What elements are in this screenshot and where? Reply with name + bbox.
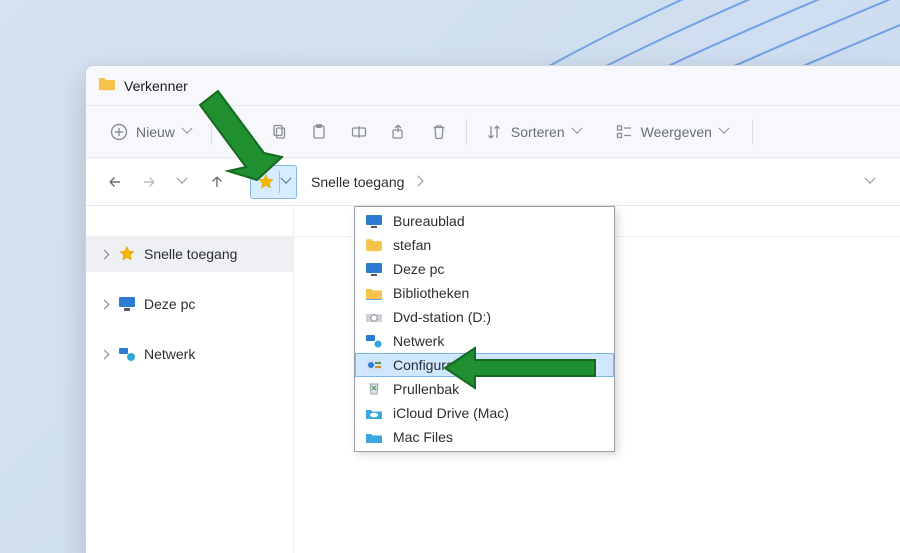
tree-item-quick-access[interactable]: Snelle toegang [86,236,293,272]
expand-icon [98,298,110,310]
titlebar: Verkenner [86,66,900,106]
address-bar: Snelle toegang [86,158,900,206]
copy-button[interactable] [260,114,298,150]
chevron-down-icon [183,127,193,137]
tree-item-label: Snelle toegang [144,246,237,262]
toolbar: Nieuw [86,106,900,158]
dropdown-item-control-panel[interactable]: Configuratiescherm [355,353,614,377]
share-button[interactable] [380,114,418,150]
dropdown-label: Netwerk [393,333,444,349]
star-icon [257,173,275,191]
disc-drive-icon [365,309,383,325]
breadcrumb-root-dropdown[interactable] [250,165,297,199]
address-expand-button[interactable] [856,167,886,197]
chevron-down-icon [282,177,292,187]
dropdown-item-icloud[interactable]: iCloud Drive (Mac) [355,401,614,425]
libraries-icon [365,285,383,301]
desktop-icon [365,213,383,229]
new-button[interactable]: Nieuw [100,114,203,150]
recycle-bin-icon [365,381,383,397]
dropdown-label: iCloud Drive (Mac) [393,405,509,421]
tree-item-this-pc[interactable]: Deze pc [86,286,293,322]
breadcrumb-dropdown: Bureaublad stefan Deze pc Bibliotheken D… [354,206,615,452]
separator [752,119,753,145]
copy-icon [270,123,288,141]
view-label: Weergeven [641,124,712,140]
dropdown-label: Prullenbak [393,381,459,397]
folder-icon [365,237,383,253]
content-area: Bureaublad stefan Deze pc Bibliotheken D… [294,206,900,553]
new-label: Nieuw [136,124,175,140]
folder-cloud-icon [365,405,383,421]
dropdown-item-dvd[interactable]: Dvd-station (D:) [355,305,614,329]
dropdown-item-libraries[interactable]: Bibliotheken [355,281,614,305]
control-panel-icon [365,357,383,373]
monitor-icon [365,261,383,277]
window-title: Verkenner [124,78,188,94]
dropdown-label: stefan [393,237,431,253]
chevron-down-icon [573,127,583,137]
dropdown-item-desktop[interactable]: Bureaublad [355,209,614,233]
trash-icon [430,123,448,141]
window-body: Snelle toegang Deze pc Netwerk [86,206,900,553]
monitor-icon [118,296,136,312]
folder-icon [98,76,116,95]
back-button[interactable] [100,167,130,197]
cut-button[interactable] [220,114,258,150]
dropdown-label: Mac Files [393,429,453,445]
dropdown-item-user[interactable]: stefan [355,233,614,257]
tree-item-label: Deze pc [144,296,195,312]
scissors-icon [230,123,248,141]
expand-icon [98,248,110,260]
forward-button[interactable] [134,167,164,197]
dropdown-label: Bibliotheken [393,285,469,301]
sort-button[interactable]: Sorteren [475,114,593,150]
chevron-down-icon [720,127,730,137]
rename-icon [350,123,368,141]
dropdown-item-mac-files[interactable]: Mac Files [355,425,614,449]
tree-item-label: Netwerk [144,346,195,362]
delete-button[interactable] [420,114,458,150]
breadcrumb-segment[interactable]: Snelle toegang [301,165,434,199]
folder-blue-icon [365,429,383,445]
chevron-down-icon [178,177,188,187]
dropdown-item-this-pc[interactable]: Deze pc [355,257,614,281]
dropdown-item-network[interactable]: Netwerk [355,329,614,353]
separator [211,119,212,145]
dropdown-label: Deze pc [393,261,444,277]
clipboard-icon [310,123,328,141]
dropdown-label: Bureaublad [393,213,465,229]
dropdown-label: Configuratiescherm [393,357,514,373]
plus-circle-icon [110,123,128,141]
up-button[interactable] [202,167,232,197]
history-button[interactable] [168,167,198,197]
network-icon [118,346,136,362]
separator [466,119,467,145]
separator [279,171,280,193]
chevron-down-icon [866,177,876,187]
network-icon [365,333,383,349]
breadcrumb-label: Snelle toegang [311,174,404,190]
explorer-window: Verkenner Nieuw [85,65,900,553]
sort-label: Sorteren [511,124,565,140]
rename-button[interactable] [340,114,378,150]
expand-icon [98,348,110,360]
view-icon [615,123,633,141]
star-icon [118,246,136,262]
nav-tree: Snelle toegang Deze pc Netwerk [86,206,294,553]
share-icon [390,123,408,141]
dropdown-label: Dvd-station (D:) [393,309,491,325]
chevron-right-icon [414,177,424,187]
paste-button[interactable] [300,114,338,150]
sort-icon [485,123,503,141]
tree-item-network[interactable]: Netwerk [86,336,293,372]
view-button[interactable]: Weergeven [605,114,740,150]
dropdown-item-recycle[interactable]: Prullenbak [355,377,614,401]
